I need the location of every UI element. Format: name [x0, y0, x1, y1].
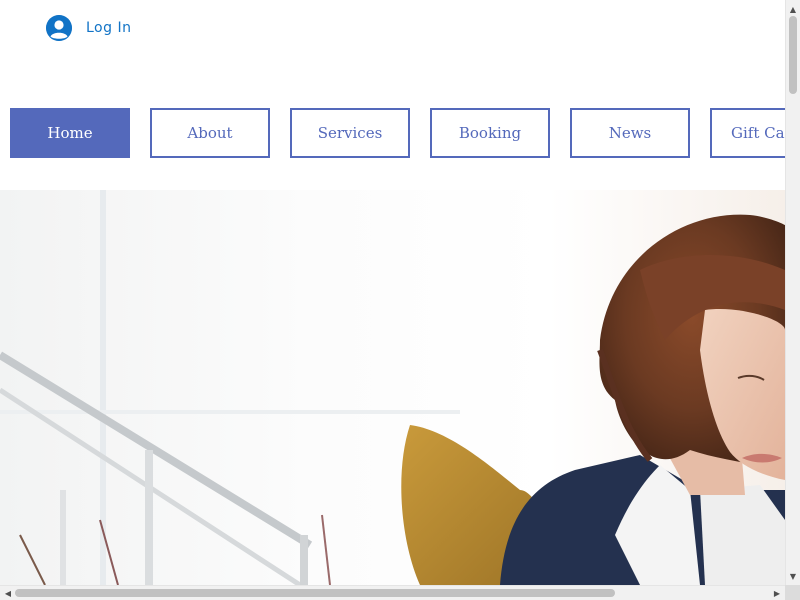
user-avatar-icon	[46, 15, 72, 41]
vertical-scroll-thumb[interactable]	[789, 16, 797, 94]
nav-item-services[interactable]: Services	[290, 108, 410, 158]
login-label: Log In	[86, 20, 132, 36]
arrow-left-icon[interactable]: ◀	[1, 586, 15, 600]
arrow-up-icon[interactable]: ▲	[786, 2, 800, 16]
horizontal-scrollbar[interactable]: ◀ ▶	[0, 585, 785, 600]
vertical-scrollbar[interactable]: ▲ ▼	[785, 0, 800, 585]
nav-item-gift-cards[interactable]: Gift Cards	[710, 108, 785, 158]
arrow-down-icon[interactable]: ▼	[786, 569, 800, 583]
hero-image	[0, 190, 785, 585]
nav-item-about[interactable]: About	[150, 108, 270, 158]
scrollbar-corner	[785, 585, 800, 600]
nav-item-news[interactable]: News	[570, 108, 690, 158]
woman-working-at-desk-photo	[0, 190, 785, 585]
main-nav: Home About Services Booking News Gift Ca…	[10, 108, 785, 158]
page: Log In Home About Services Booking News …	[0, 0, 800, 600]
horizontal-scroll-thumb[interactable]	[15, 589, 615, 597]
login-button[interactable]: Log In	[46, 14, 131, 42]
arrow-right-icon[interactable]: ▶	[770, 586, 784, 600]
nav-item-booking[interactable]: Booking	[430, 108, 550, 158]
nav-item-home[interactable]: Home	[10, 108, 130, 158]
